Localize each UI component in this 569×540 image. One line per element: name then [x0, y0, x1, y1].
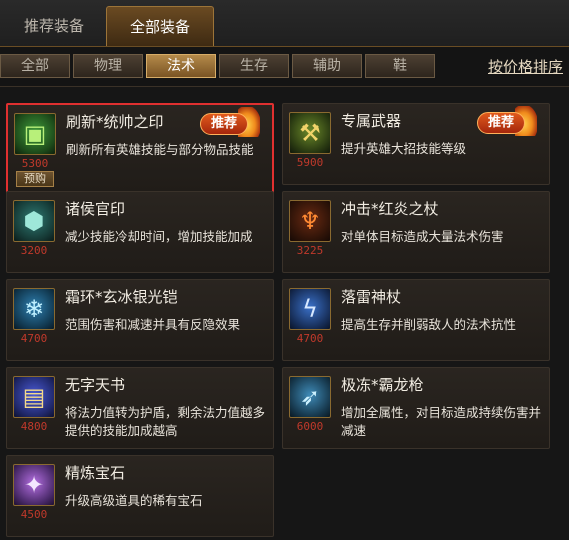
item-name: 霜环*玄冰银光铠: [65, 288, 178, 306]
item-description: 升级高级道具的稀有宝石: [65, 493, 203, 508]
tab-recommended-equipment[interactable]: 推荐装备: [8, 6, 100, 46]
filter-shoes[interactable]: 鞋: [365, 54, 435, 78]
item-name: 极冻*霸龙枪: [341, 376, 424, 394]
recommended-badge: 推荐: [477, 106, 537, 136]
item-name: 精炼宝石: [65, 464, 126, 482]
preorder-button[interactable]: 预购: [16, 171, 54, 187]
item-description: 范围伤害和减速并具有反隐效果: [65, 317, 241, 332]
item-name: 冲击*红炎之杖: [341, 200, 439, 218]
item-price: 5300: [21, 157, 49, 170]
green-seal-icon: ▣: [14, 113, 56, 155]
equipment-card[interactable]: ⚒ 5900 专属武器 提升英雄大招技能等级 推荐: [282, 103, 550, 185]
sort-by-price-link[interactable]: 按价格排序: [488, 56, 563, 77]
equipment-card[interactable]: ϟ 4700 落雷神杖 提高生存并削弱敌人的法术抗性: [282, 279, 550, 361]
equipment-card[interactable]: ⬢ 3200 诸侯官印 减少技能冷却时间，增加技能加成: [6, 191, 274, 273]
item-description: 减少技能冷却时间，增加技能加成: [65, 229, 253, 244]
tab-all-equipment[interactable]: 全部装备: [106, 6, 214, 46]
item-name: 刷新*统帅之印: [66, 113, 164, 131]
thunder-staff-icon: ϟ: [289, 288, 331, 330]
item-description: 增加全属性，对目标造成持续伤害并减速: [341, 405, 542, 438]
filter-magic[interactable]: 法术: [146, 54, 216, 78]
recommended-badge: 推荐: [200, 107, 260, 137]
equipment-list: ▣ 5300 预购 刷新*统帅之印 刷新所有英雄技能与部分物品技能 推荐 ⚒ 5…: [0, 86, 569, 540]
item-description: 将法力值转为护盾，剩余法力值越多提供的技能加成越高: [65, 405, 266, 438]
filter-physical[interactable]: 物理: [73, 54, 143, 78]
item-price: 6000: [296, 420, 324, 433]
recommended-label: 推荐: [477, 112, 525, 134]
equipment-card[interactable]: ✦ 4500 精炼宝石 升级高级道具的稀有宝石: [6, 455, 274, 537]
item-description: 刷新所有英雄技能与部分物品技能: [66, 142, 254, 157]
filter-survival[interactable]: 生存: [219, 54, 289, 78]
ice-armor-icon: ❄: [13, 288, 55, 330]
filter-support[interactable]: 辅助: [292, 54, 362, 78]
top-tab-bar: 推荐装备 全部装备: [0, 0, 569, 46]
item-price: 5900: [296, 156, 324, 169]
item-description: 提高生存并削弱敌人的法术抗性: [341, 317, 517, 332]
refined-gem-icon: ✦: [13, 464, 55, 506]
equipment-card[interactable]: ♆ 3225 冲击*红炎之杖 对单体目标造成大量法术伤害: [282, 191, 550, 273]
item-price: 3200: [20, 244, 48, 257]
category-filter-bar: 全部 物理 法术 生存 辅助 鞋 按价格排序: [0, 46, 569, 86]
item-price: 4500: [20, 508, 48, 521]
item-name: 专属武器: [341, 112, 402, 130]
item-price: 3225: [296, 244, 324, 257]
item-price: 4800: [20, 420, 48, 433]
official-seal-icon: ⬢: [13, 200, 55, 242]
item-name: 无字天书: [65, 376, 126, 394]
item-name: 落雷神杖: [341, 288, 402, 306]
item-price: 4700: [20, 332, 48, 345]
blank-book-icon: ▤: [13, 376, 55, 418]
golden-weapon-icon: ⚒: [289, 112, 331, 154]
item-name: 诸侯官印: [65, 200, 126, 218]
recommended-label: 推荐: [200, 113, 248, 135]
filter-all[interactable]: 全部: [0, 54, 70, 78]
item-price: 4700: [296, 332, 324, 345]
flame-staff-icon: ♆: [289, 200, 331, 242]
equipment-card[interactable]: ➶ 6000 极冻*霸龙枪 增加全属性，对目标造成持续伤害并减速: [282, 367, 550, 449]
item-description: 对单体目标造成大量法术伤害: [341, 229, 504, 244]
item-description: 提升英雄大招技能等级: [341, 141, 467, 156]
equipment-card[interactable]: ▣ 5300 预购 刷新*统帅之印 刷新所有英雄技能与部分物品技能 推荐: [6, 103, 274, 195]
ice-spear-icon: ➶: [289, 376, 331, 418]
equipment-card[interactable]: ▤ 4800 无字天书 将法力值转为护盾，剩余法力值越多提供的技能加成越高: [6, 367, 274, 449]
equipment-card[interactable]: ❄ 4700 霜环*玄冰银光铠 范围伤害和减速并具有反隐效果: [6, 279, 274, 361]
